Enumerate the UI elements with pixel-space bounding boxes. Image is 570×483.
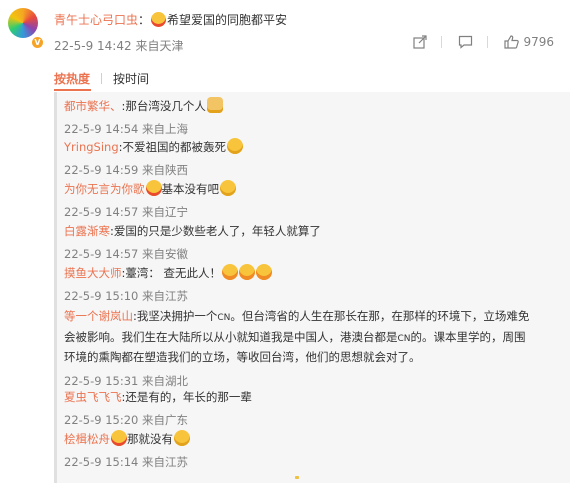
cat-emoji-icon — [206, 97, 223, 113]
reply-text: :不爱祖国的都被轰死 — [118, 140, 226, 154]
reply-list: 都市繁华、:那台湾没几个人 22-5-9 14:54 来自上海 YringSin… — [54, 92, 570, 483]
top-comment-text: 希望爱国的同胞都平安 — [167, 13, 288, 27]
tab-sort-by-hot[interactable]: 按热度 — [54, 70, 90, 87]
heart-face-emoji-icon — [111, 430, 127, 446]
list-item: 白露渐寒:爱国的只是少数些老人了，年轻人就算了 22-5-9 14:57 来自安… — [64, 222, 321, 262]
list-item: 夏虫飞飞飞:还是有的，年长的那一辈 22-5-9 15:20 来自广东 — [64, 388, 252, 428]
decorative-mark — [295, 476, 299, 479]
reply-time: 22-5-9 14:57 — [64, 247, 139, 261]
reply-text: :还是有的，年长的那一辈 — [121, 390, 252, 404]
like-icon — [504, 35, 520, 49]
tab-sort-by-time[interactable]: 按时间 — [113, 70, 149, 87]
like-count: 9796 — [523, 35, 554, 49]
reply-author[interactable]: 桧楫松舟 — [64, 432, 110, 446]
comment-icon — [459, 35, 473, 49]
top-comment: V 青午士心弓口虫： 希望爱国的同胞都平安 22-5-9 14:42 来自天津 — [0, 0, 570, 62]
list-item: 都市繁华、:那台湾没几个人 22-5-9 14:54 来自上海 — [64, 97, 223, 137]
list-item: 桧楫松舟 那就没有 22-5-9 15:14 来自江苏 — [64, 430, 190, 470]
reply-time: 22-5-9 14:57 — [64, 205, 139, 219]
author-separator: ： — [138, 13, 151, 27]
reply-author[interactable]: 白露渐寒 — [64, 224, 110, 238]
laugh-emoji-icon — [174, 430, 190, 446]
reply-text: 基本没有吧 — [161, 182, 220, 196]
reply-text: 会被影响。我们生在大陆所以从小就知道我是中国人，港澳台都是 — [64, 329, 398, 344]
reply-text: 的。课本里学的，周围 — [410, 329, 526, 344]
reply-text: 环境的熏陶都在塑造我们的立场，等收回台湾，他们的思想就会对了。 — [64, 350, 421, 364]
share-button[interactable] — [413, 35, 428, 49]
list-item: 摸鱼大大师:薹湾： 查无此人！ 22-5-9 15:10 来自江苏 — [64, 264, 273, 304]
scream-emoji-icon — [222, 264, 239, 280]
shy-emoji-icon — [220, 180, 236, 196]
reply-source: 来自湖北 — [142, 373, 189, 388]
list-item: 等一个谢岚山:我坚决拥护一个CN。但台湾省的人生在那长在那，在那样的环境下，立场… — [64, 307, 564, 389]
reply-text: CN — [397, 333, 411, 344]
reply-source: 来自广东 — [142, 413, 189, 427]
list-item: 为你无言为你歌 基本没有吧 22-5-9 14:57 来自辽宁 — [64, 180, 236, 220]
reply-time: 22-5-9 14:54 — [64, 122, 139, 136]
reply-source: 来自辽宁 — [142, 205, 189, 219]
scream-emoji-icon — [239, 264, 256, 280]
heart-face-emoji-icon — [151, 12, 167, 27]
reply-text: 那就没有 — [127, 432, 173, 446]
share-icon — [413, 35, 428, 49]
list-item: YringSing:不爱祖国的都被轰死 22-5-9 14:59 来自陕西 — [64, 138, 243, 178]
verified-badge-icon: V — [31, 36, 44, 49]
reply-author[interactable]: 夏虫飞飞飞 — [64, 390, 122, 404]
divider — [487, 36, 489, 48]
reply-author[interactable]: 摸鱼大大师 — [64, 266, 122, 280]
reply-time: 22-5-9 15:31 — [64, 373, 139, 388]
reply-source: 来自上海 — [142, 122, 189, 136]
reply-source: 来自江苏 — [142, 289, 189, 303]
top-comment-time: 22-5-9 14:42 — [54, 39, 132, 53]
active-tab-indicator — [54, 89, 91, 91]
reply-text: 。但台湾省的人生在那长在那，在那样的环境下，立场难免 — [230, 309, 530, 323]
scream-emoji-icon — [256, 264, 273, 280]
comment-thread: V 青午士心弓口虫： 希望爱国的同胞都平安 22-5-9 14:42 来自天津 — [0, 0, 570, 483]
reply-author[interactable]: 等一个谢岚山 — [64, 309, 133, 323]
top-comment-actions: 9796 — [397, 35, 554, 49]
reply-author[interactable]: YringSing — [64, 140, 119, 154]
reply-source: 来自江苏 — [142, 455, 189, 469]
top-comment-content: 青午士心弓口虫： 希望爱国的同胞都平安 — [54, 11, 287, 28]
avatar[interactable] — [8, 8, 38, 38]
tab-divider — [101, 73, 103, 84]
top-comment-author[interactable]: 青午士心弓口虫 — [54, 13, 138, 27]
smile-emoji-icon — [227, 138, 243, 154]
sort-tabs: 按热度 按时间 — [54, 70, 149, 87]
reply-author[interactable]: 为你无言为你歌 — [64, 182, 145, 196]
comment-button[interactable] — [458, 35, 473, 49]
like-button[interactable]: 9796 — [504, 35, 554, 49]
reply-time: 22-5-9 15:20 — [64, 413, 139, 427]
reply-time: 22-5-9 15:14 — [64, 455, 139, 469]
reply-time: 22-5-9 14:59 — [64, 163, 139, 177]
reply-time: 22-5-9 15:10 — [64, 289, 139, 303]
reply-text: :我坚决拥护一个 — [133, 309, 218, 323]
reply-text: CN — [217, 313, 231, 323]
top-comment-meta: 22-5-9 14:42 来自天津 — [54, 37, 183, 54]
reply-author[interactable]: 都市繁华、 — [64, 99, 122, 113]
reply-source: 来自陕西 — [142, 163, 189, 177]
heart-face-emoji-icon — [145, 180, 162, 196]
top-comment-source: 来自天津 — [135, 39, 184, 53]
reply-text: :那台湾没几个人 — [121, 99, 206, 113]
reply-text: :爱国的只是少数些老人了，年轻人就算了 — [110, 224, 321, 238]
reply-source: 来自安徽 — [142, 247, 189, 261]
reply-text: :薹湾： 查无此人！ — [121, 266, 222, 280]
divider — [441, 36, 443, 48]
